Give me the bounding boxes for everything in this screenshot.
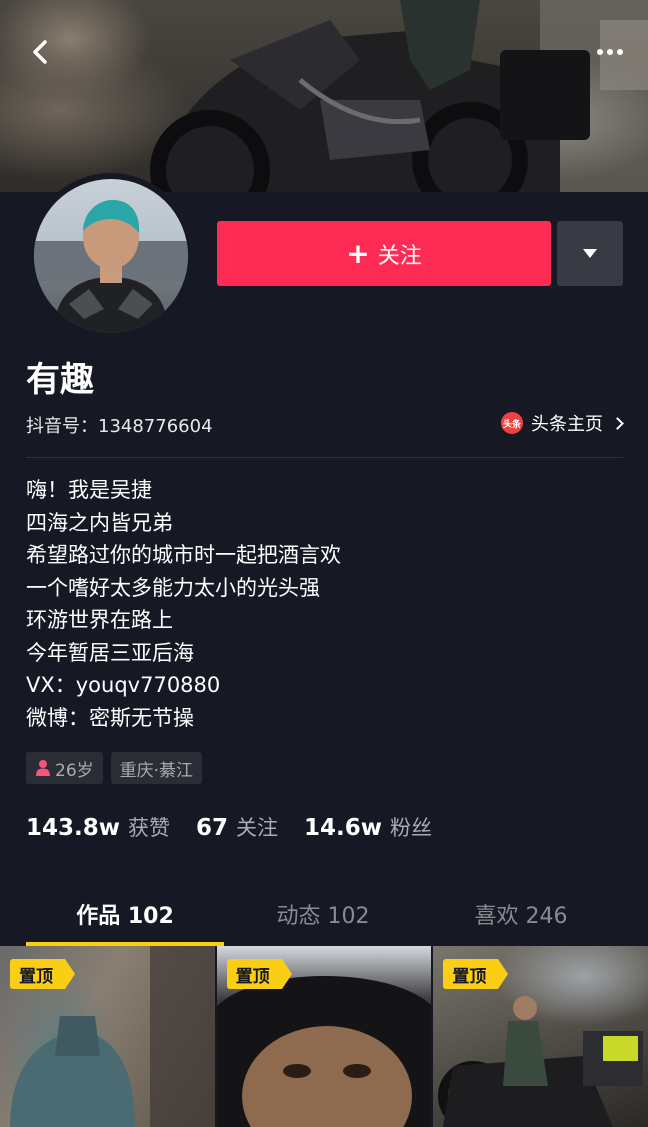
bio: 嗨！我是吴捷 四海之内皆兄弟 希望路过你的城市时一起把酒言欢 一个嗜好太多能力太…	[26, 474, 341, 734]
location-tag: 重庆·綦江	[110, 752, 203, 784]
age-tag: 26岁	[26, 752, 103, 784]
douyin-id: 抖音号：1348776604	[26, 416, 213, 437]
dropdown-button[interactable]	[557, 221, 623, 286]
stat-following[interactable]: 67 关注	[196, 812, 278, 842]
back-button[interactable]	[20, 32, 60, 72]
plus-icon: +	[346, 236, 370, 270]
stat-label: 关注	[236, 816, 279, 840]
tab-updates[interactable]: 动态 102	[224, 886, 422, 946]
pinned-badge: 置顶	[443, 959, 509, 989]
bio-line: 嗨！我是吴捷	[26, 478, 152, 502]
bio-line: 希望路过你的城市时一起把酒言欢	[26, 543, 341, 567]
video-thumbnail[interactable]: 置顶	[216, 946, 432, 1127]
stat-label: 获赞	[128, 816, 170, 840]
follow-button[interactable]: + 关注	[217, 221, 551, 286]
stat-label: 粉丝	[390, 816, 433, 840]
follow-label: 关注	[377, 243, 422, 269]
toutiao-label: 头条主页	[531, 414, 603, 435]
tab-works[interactable]: 作品 102	[26, 886, 224, 946]
bio-line: 一个嗜好太多能力太小的光头强	[26, 575, 320, 600]
bio-line: 微博：密斯无节操	[26, 705, 194, 730]
pinned-badge: 置顶	[10, 959, 75, 989]
chevron-left-icon	[33, 40, 47, 64]
bio-line: 四海之内皆兄弟	[26, 510, 173, 535]
age-label: 26岁	[55, 760, 94, 781]
chevron-right-icon	[611, 416, 624, 430]
bio-line: 今年暂居三亚后海	[26, 640, 194, 665]
content-tabs: 作品 102 动态 102 喜欢 246	[26, 886, 622, 946]
stat-likes[interactable]: 143.8w 获赞	[26, 812, 170, 842]
toutiao-homepage-link[interactable]: 头条 头条主页	[501, 410, 624, 436]
more-button[interactable]	[590, 32, 630, 72]
stat-number: 143.8w	[26, 815, 120, 841]
stat-number: 67	[196, 815, 229, 841]
avatar-image	[34, 179, 188, 333]
video-thumbnail[interactable]: 置顶	[0, 946, 215, 1127]
bio-line: 环游世界在路上	[26, 608, 173, 632]
divider	[26, 457, 623, 458]
motorcycle-illustration	[150, 0, 648, 192]
stat-number: 14.6w	[304, 815, 383, 841]
video-thumbnail[interactable]: 置顶	[433, 946, 648, 1127]
stats-row: 143.8w 获赞 67 关注 14.6w 粉丝	[26, 812, 432, 842]
profile-tags: 26岁 重庆·綦江	[26, 752, 203, 784]
gender-icon	[35, 759, 51, 777]
nickname: 有趣	[26, 360, 94, 400]
location-label: 重庆·綦江	[119, 760, 194, 781]
toutiao-logo-icon: 头条	[501, 412, 523, 434]
video-grid: 置顶 置顶 置顶	[0, 946, 648, 1127]
bio-line: VX：youqv770880	[26, 673, 221, 697]
tab-likes[interactable]: 喜欢 246	[422, 886, 620, 946]
pinned-badge: 置顶	[226, 959, 292, 989]
triangle-down-icon	[583, 249, 597, 258]
cover-image	[0, 0, 648, 192]
avatar[interactable]	[28, 173, 194, 339]
more-dots-icon	[597, 49, 623, 55]
stat-followers[interactable]: 14.6w 粉丝	[304, 812, 432, 842]
